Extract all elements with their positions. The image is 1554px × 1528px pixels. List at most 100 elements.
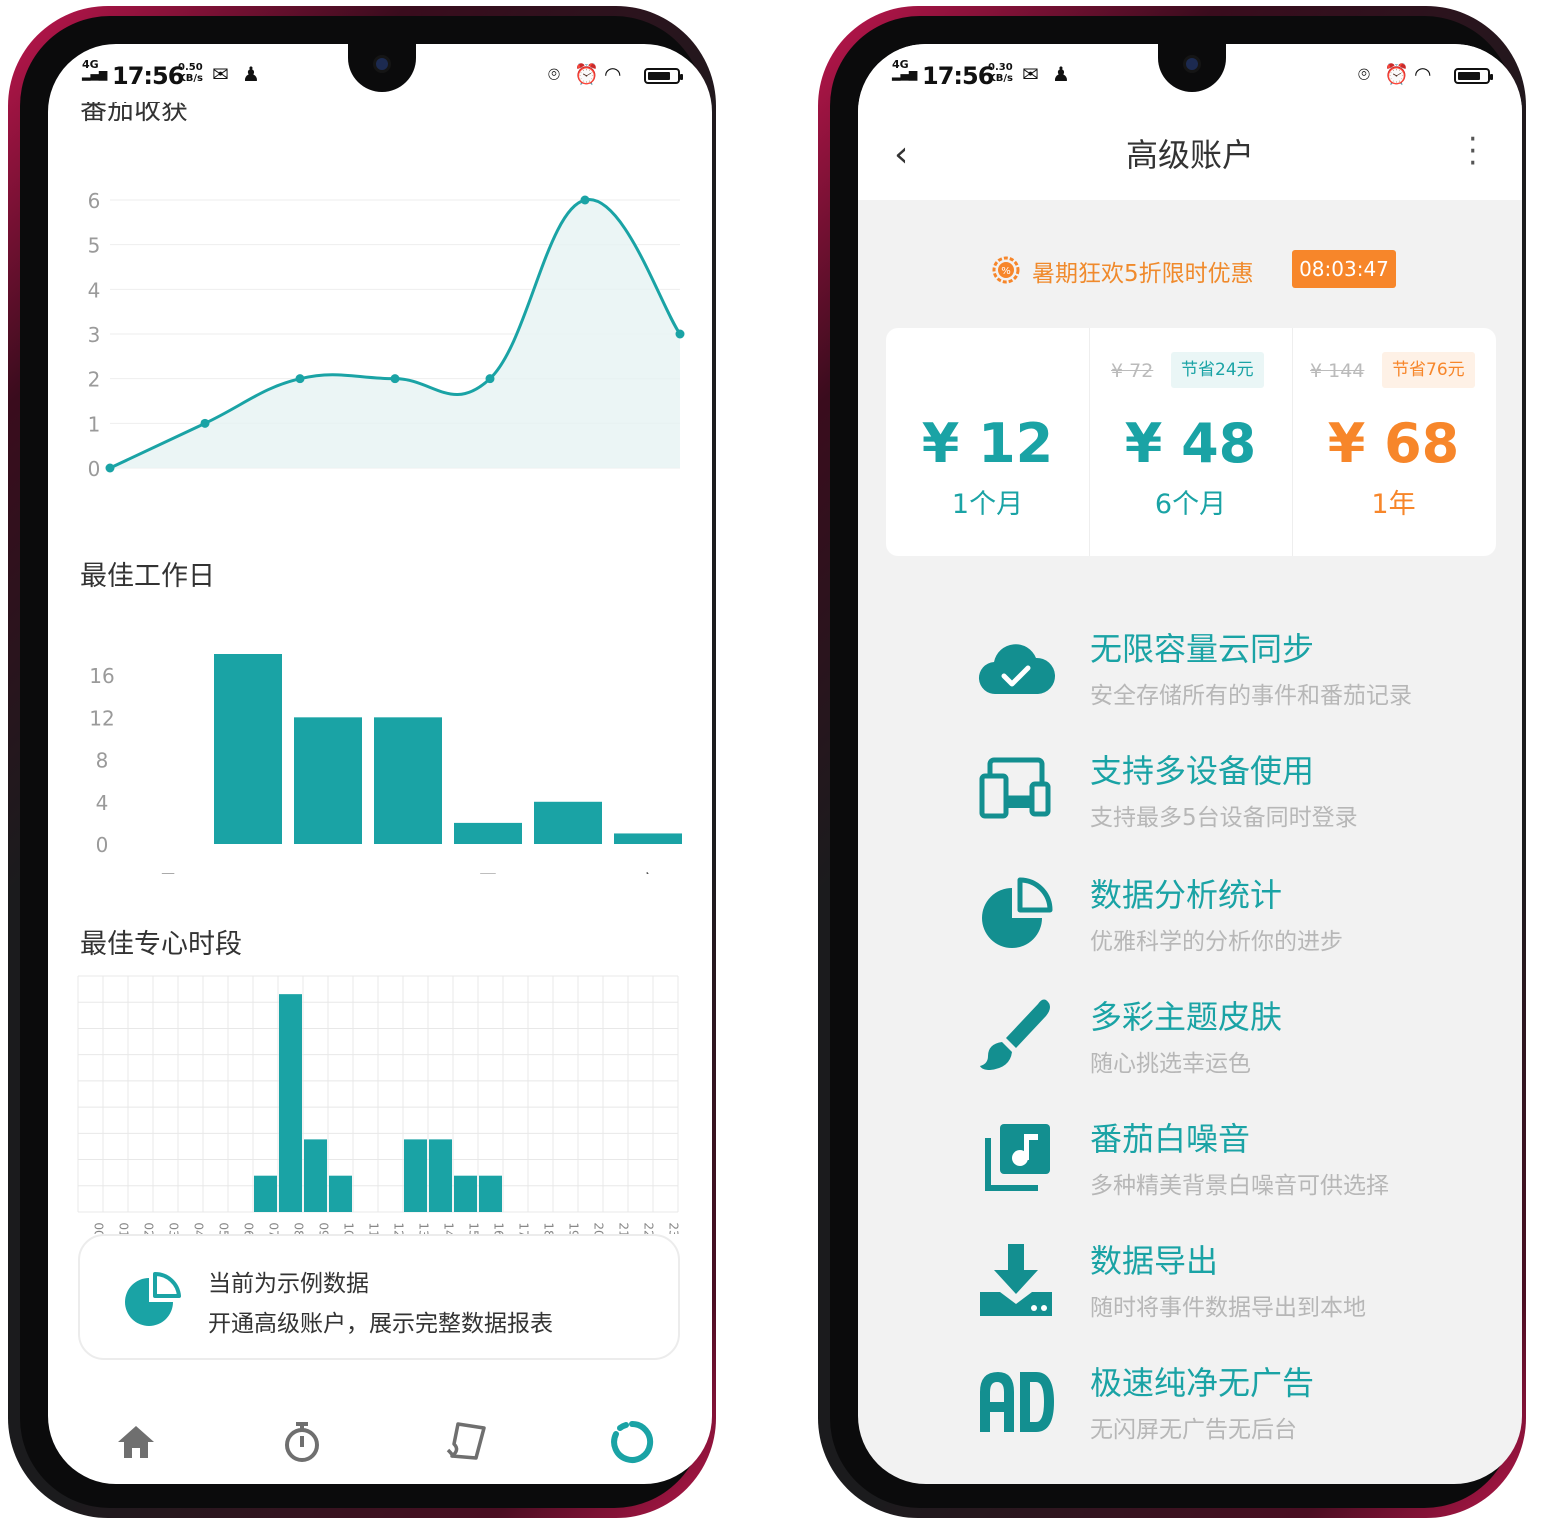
feature-themes: 多彩主题皮肤 随心挑选幸运色 (858, 992, 1522, 1102)
x-tick-label: 08 (292, 1222, 306, 1234)
feature-title: 数据导出 (1090, 1242, 1219, 1280)
feature-title: 无限容量云同步 (1090, 630, 1315, 668)
plan-price: ¥ 68 (1327, 412, 1460, 475)
x-tick-label: 01 (117, 1222, 131, 1234)
bar (279, 994, 302, 1212)
timer-icon[interactable] (276, 1416, 328, 1468)
bar (329, 1175, 352, 1212)
plan-1-month[interactable]: ¥ 12 1个月 (886, 328, 1090, 556)
harvest-line-chart: 0123456 08.1408.1508.1608.1708.1808.1908… (88, 189, 685, 481)
wifi-icon: ◠ (1414, 62, 1432, 86)
data-point (580, 195, 590, 205)
camera-icon (376, 58, 388, 70)
signal-icon: 4G ▂▄▆ (82, 58, 108, 81)
bar (454, 822, 522, 844)
statistics-screen: 4G ▂▄▆ 17:56 0.50 KB/s ✉ ♟ ⌾ ⏰ ◠ 番茄收获 0123… (48, 44, 712, 1484)
feature-cloud-sync: 无限容量云同步 安全存储所有的事件和番茄记录 (858, 624, 1522, 734)
signal-icon: 4G ▂▄▆ (892, 58, 918, 81)
x-tick-label: 六 (638, 871, 657, 874)
bar (304, 1139, 327, 1212)
feature-title: 支持多设备使用 (1090, 752, 1315, 790)
plan-price: ¥ 12 (921, 412, 1054, 475)
x-tick-label: 20 (592, 1222, 606, 1234)
plan-price: ¥ 48 (1124, 412, 1257, 475)
bar (374, 717, 442, 844)
feature-white-noise: 番茄白噪音 多种精美背景白噪音可供选择 (858, 1114, 1522, 1224)
x-tick-label: 22 (642, 1222, 656, 1234)
phone-left: 4G ▂▄▆ 17:56 0.50 KB/s ✉ ♟ ⌾ ⏰ ◠ 番茄收获 0123… (8, 6, 716, 1518)
alarm-icon: ⏰ (1384, 62, 1409, 86)
x-tick-label: 日 (158, 871, 177, 874)
plan-duration: 6个月 (1154, 489, 1227, 520)
x-tick-label: 23 (667, 1222, 681, 1234)
home-icon[interactable] (110, 1416, 162, 1468)
ad-block-icon (980, 1372, 1054, 1432)
page-title: 高级账户 (1125, 136, 1254, 174)
download-icon (980, 1244, 1052, 1316)
x-tick-label: 18 (542, 1222, 556, 1234)
cloud-check-icon (978, 644, 1056, 695)
battery-icon (644, 68, 683, 84)
location-icon: ⌾ (1358, 62, 1370, 86)
discount-icon: % (992, 256, 1020, 284)
x-tick-label: 12 (392, 1222, 406, 1234)
pie-chart-icon (125, 1271, 181, 1326)
plan-original-price: ¥ 72 (1111, 360, 1154, 382)
x-tick-label: 11 (367, 1222, 381, 1234)
network-speed: 0.30 KB/s (988, 62, 1013, 84)
data-point (105, 463, 115, 473)
feature-export: 数据导出 随时将事件数据导出到本地 (858, 1236, 1522, 1346)
bar (214, 654, 282, 844)
feature-subtitle: 多种精美背景白噪音可供选择 (1090, 1173, 1389, 1199)
x-tick-label: 05 (217, 1222, 231, 1234)
x-tick-label: 一 (238, 871, 257, 874)
music-library-icon (985, 1124, 1050, 1191)
upgrade-notice-card[interactable]: 当前为示例数据 开通高级账户，展示完整数据报表 (78, 1234, 680, 1360)
status-time: 17:56 (112, 62, 184, 90)
x-tick-label: 14 (442, 1222, 456, 1234)
promo-countdown: 08:03:47 (1292, 250, 1396, 288)
x-tick-label: 00 (92, 1222, 106, 1234)
svg-text:%: % (1001, 266, 1011, 277)
y-tick-label: 8 (96, 749, 109, 773)
y-tick-label: 5 (88, 234, 101, 258)
plan-savings-badge: 节省24元 (1171, 352, 1264, 388)
note-icon[interactable] (440, 1416, 492, 1468)
x-tick-label: 21 (617, 1222, 631, 1234)
premium-screen: ‹ 高级账户 · · · 4G ▂▄▆ 17:56 0.30 KB/s ✉ ♟ ⌾ ⏰ … (858, 44, 1522, 1484)
data-point (200, 418, 210, 428)
feature-subtitle: 安全存储所有的事件和番茄记录 (1090, 683, 1412, 709)
devices-icon (979, 757, 1051, 819)
wifi-icon: ◠ (604, 62, 622, 86)
weekday-bar-chart: 0 4 8 12 16 日 一 二 三 四 五 六 (89, 654, 682, 874)
feature-multi-device: 支持多设备使用 支持最多5台设备同时登录 (858, 746, 1522, 856)
more-menu-icon[interactable]: · · · (1468, 125, 1478, 179)
line-chart-y-labels: 0 1 2 3 4 5 6 (88, 189, 101, 481)
plan-duration: 1年 (1371, 489, 1416, 520)
status-time: 17:56 (922, 62, 994, 90)
phone-bezel: 4G ▂▄▆ 17:56 0.50 KB/s ✉ ♟ ⌾ ⏰ ◠ 番茄收获 0123… (20, 16, 712, 1508)
y-tick-label: 12 (89, 706, 114, 730)
y-tick-label: 4 (88, 278, 101, 302)
feature-title: 多彩主题皮肤 (1090, 998, 1283, 1036)
phone-bezel: ‹ 高级账户 · · · 4G ▂▄▆ 17:56 0.30 KB/s ✉ ♟ ⌾ ⏰ … (830, 16, 1522, 1508)
feature-subtitle: 无闪屏无广告无后台 (1090, 1417, 1297, 1443)
feature-subtitle: 随心挑选幸运色 (1090, 1051, 1251, 1077)
x-tick-label: 五 (558, 871, 577, 874)
phone-right: ‹ 高级账户 · · · 4G ▂▄▆ 17:56 0.30 KB/s ✉ ♟ ⌾ ⏰ … (818, 6, 1526, 1518)
x-tick-label: 03 (167, 1222, 181, 1234)
bar-chart-y-labels: 0 4 8 12 16 (89, 664, 114, 857)
x-tick-label: 16 (492, 1222, 506, 1234)
hour-bar-chart: 00 01 02 03 04 05 06 07 08 09 10 11 12 13 14 15 16 17 18 19… (77, 975, 681, 1234)
y-tick-label: 1 (88, 412, 101, 436)
stats-icon[interactable] (606, 1416, 658, 1468)
data-point (295, 374, 305, 384)
bar (254, 1175, 277, 1212)
x-tick-label: 三 (398, 871, 417, 874)
data-point (485, 374, 495, 384)
hour-chart-x-labels: 00 01 02 03 04 05 06 07 08 09 10 11 12 13 14 15 16 17 18 19… (92, 1222, 681, 1234)
brush-icon (980, 999, 1050, 1070)
plan-1-year[interactable]: ¥ 144 节省76元 ¥ 68 1年 (1292, 328, 1495, 556)
plan-6-months[interactable]: ¥ 72 节省24元 ¥ 48 6个月 (1089, 328, 1293, 556)
x-tick-label: 15 (467, 1222, 481, 1234)
